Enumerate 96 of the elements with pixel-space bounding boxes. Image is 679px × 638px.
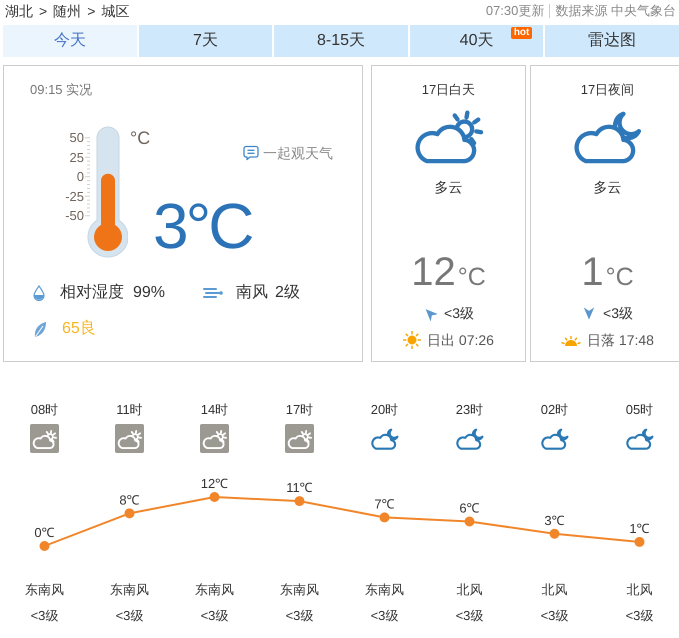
wind-direction: 北风 bbox=[626, 582, 652, 598]
hot-badge: hot bbox=[510, 27, 532, 39]
hour-label: 14时 bbox=[200, 402, 228, 418]
temperature-unit: °C bbox=[458, 264, 486, 290]
chat-bubble-icon bbox=[243, 145, 259, 161]
tab[interactable]: 7天 bbox=[138, 25, 272, 57]
scale-label: 0 bbox=[76, 168, 84, 186]
weather-condition: 多云 bbox=[594, 179, 622, 195]
wind-direction: 东南风 bbox=[25, 582, 64, 598]
wind-level: 2级 bbox=[275, 283, 300, 303]
data-point bbox=[210, 492, 220, 502]
data-point bbox=[40, 541, 50, 551]
cloud-moon-icon bbox=[456, 428, 484, 450]
cloud-sun-icon bbox=[30, 424, 59, 453]
cloud-moon-icon bbox=[370, 428, 398, 450]
hour-label: 02时 bbox=[540, 402, 568, 418]
temperature-unit: °C bbox=[606, 264, 634, 290]
data-source: 数据来源 中央气象台 bbox=[555, 2, 676, 20]
wind-direction: 东南风 bbox=[280, 582, 319, 598]
breadcrumb-link[interactable]: 城区 bbox=[101, 0, 130, 22]
tab[interactable]: 40天 hot bbox=[410, 25, 544, 57]
share-link[interactable]: 一起观天气 bbox=[243, 145, 333, 161]
scale-label: -25 bbox=[65, 188, 84, 206]
cloud-sun-icon bbox=[200, 424, 229, 453]
wind-direction: 南风 bbox=[236, 282, 268, 303]
data-point bbox=[294, 496, 304, 506]
hour-label: 23时 bbox=[456, 402, 484, 418]
wind-direction: 北风 bbox=[542, 582, 568, 598]
current-temperature: 3°C bbox=[153, 194, 252, 258]
sun-time: 日落 17:48 bbox=[587, 330, 654, 350]
wind-level: <3级 bbox=[30, 608, 58, 624]
observation-time: 09:15 实况 bbox=[30, 82, 92, 98]
breadcrumb-link[interactable]: 随州 bbox=[53, 0, 82, 22]
tab[interactable]: 雷达图 bbox=[545, 25, 679, 57]
forecast-temperature: 1 bbox=[581, 252, 604, 292]
hour-label: 08时 bbox=[30, 402, 58, 418]
temperature-label: 3℃ bbox=[544, 512, 565, 528]
hour-label: 11时 bbox=[116, 402, 143, 418]
temperature-label: 11℃ bbox=[286, 480, 313, 496]
humidity-value: 99% bbox=[133, 283, 166, 303]
wind-direction: 东南风 bbox=[110, 582, 149, 598]
period-title: 17日白天 bbox=[422, 82, 476, 98]
air-quality: 65良 bbox=[62, 318, 96, 339]
cloud-sun-icon bbox=[414, 110, 484, 164]
wind-direction: 东南风 bbox=[195, 582, 234, 598]
half-sun-icon bbox=[561, 333, 582, 347]
arrow-icon bbox=[582, 306, 596, 320]
sun-icon bbox=[403, 331, 422, 349]
water-drop-icon bbox=[33, 285, 45, 301]
temperature-label: 7℃ bbox=[374, 496, 395, 512]
wind-level: <3级 bbox=[200, 608, 228, 624]
scale-label: 50 bbox=[70, 129, 84, 147]
weather-condition: 多云 bbox=[434, 179, 462, 195]
hour-label: 20时 bbox=[370, 402, 398, 418]
data-point bbox=[124, 508, 134, 518]
breadcrumb-separator: > bbox=[39, 2, 48, 20]
scale-label: -50 bbox=[65, 207, 84, 225]
temperature-label: 1℃ bbox=[629, 520, 650, 536]
scale-label: 25 bbox=[70, 148, 84, 166]
unit-label: °C bbox=[130, 128, 150, 148]
temperature-label: 8℃ bbox=[119, 492, 140, 508]
cloud-sun-icon bbox=[285, 424, 314, 453]
wind-direction: 东南风 bbox=[365, 582, 404, 598]
wind-icon bbox=[203, 287, 224, 299]
breadcrumb-link[interactable]: 湖北 bbox=[5, 0, 33, 22]
humidity-label: 相对湿度 bbox=[60, 282, 124, 303]
data-point bbox=[464, 516, 474, 526]
period-title: 17日夜间 bbox=[580, 82, 634, 98]
wind-level: <3级 bbox=[626, 608, 654, 624]
leaf-icon bbox=[33, 320, 47, 338]
breadcrumb-separator: > bbox=[87, 2, 96, 20]
cloud-moon-icon bbox=[626, 428, 654, 450]
wind-level: <3级 bbox=[540, 608, 568, 624]
forecast-temperature: 12 bbox=[411, 252, 456, 292]
wind-level: <3级 bbox=[444, 304, 474, 322]
wind-level: <3级 bbox=[603, 304, 633, 322]
tab[interactable]: 今天 bbox=[3, 25, 137, 57]
wind-level: <3级 bbox=[370, 608, 398, 624]
cloud-moon-icon bbox=[540, 428, 568, 450]
tab[interactable]: 8-15天 bbox=[274, 25, 408, 57]
temperature-label: 6℃ bbox=[459, 500, 480, 516]
data-point bbox=[634, 536, 644, 547]
wind-level: <3级 bbox=[456, 608, 484, 624]
hour-label: 17时 bbox=[286, 402, 314, 418]
sun-time: 日出 07:26 bbox=[427, 330, 494, 350]
temperature-label: 0℃ bbox=[34, 525, 55, 540]
hour-label: 05时 bbox=[626, 402, 654, 418]
wind-level: <3级 bbox=[286, 608, 314, 624]
temperature-label: 12℃ bbox=[200, 476, 228, 491]
data-point bbox=[550, 528, 560, 539]
wind-direction: 北风 bbox=[456, 582, 482, 598]
update-time: 07:30更新 bbox=[486, 2, 544, 20]
wind-level: <3级 bbox=[116, 608, 144, 624]
cloud-sun-icon bbox=[115, 424, 144, 453]
cloud-moon-icon bbox=[572, 110, 642, 164]
data-point bbox=[380, 512, 390, 522]
